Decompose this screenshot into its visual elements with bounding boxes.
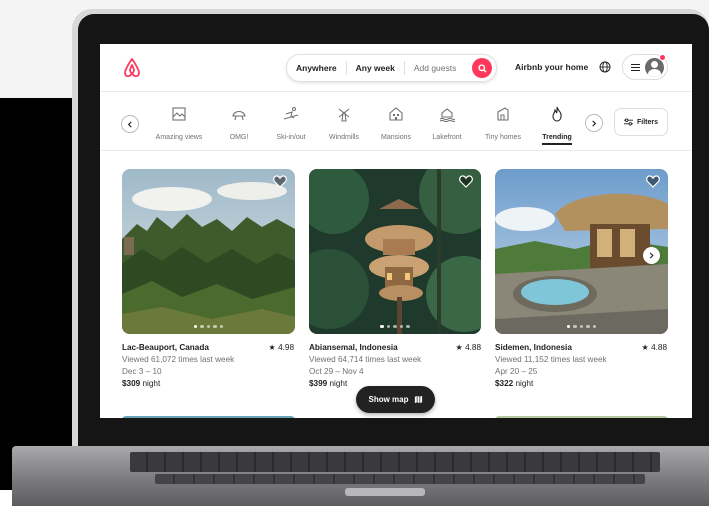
next-row-listing-peek — [495, 416, 668, 418]
category-label: Lakefront — [432, 134, 462, 141]
category-label: Ski-in/out — [276, 134, 306, 141]
category-lakefront[interactable]: Lakefront — [416, 106, 478, 144]
chevron-left-icon — [127, 120, 132, 128]
search-icon — [477, 63, 487, 73]
listing-price: $309 night — [122, 378, 294, 390]
search-location[interactable]: Anywhere — [287, 63, 346, 73]
photo-pagination-dots — [495, 324, 668, 328]
rating-value: 4.98 — [278, 343, 294, 352]
globe-icon[interactable] — [599, 61, 611, 73]
star-icon: ★ — [455, 343, 466, 352]
laptop-trackpad — [345, 488, 425, 496]
photo-pagination-dots — [309, 324, 481, 328]
photo-pagination-dots — [122, 324, 295, 328]
laptop-keyboard — [130, 452, 660, 472]
bamboo-treehouse-image — [309, 169, 481, 334]
filters-button[interactable]: Filters — [614, 108, 668, 136]
favorite-heart-icon[interactable] — [459, 175, 473, 188]
trending-flame-icon — [552, 106, 562, 122]
listing-views: Viewed 64,714 times last week — [309, 355, 422, 364]
categories-next-button[interactable] — [585, 114, 603, 132]
rating-value: 4.88 — [465, 343, 481, 352]
category-trending[interactable]: Trending — [526, 106, 588, 144]
chevron-right-icon — [592, 119, 597, 127]
price-value: $399 — [309, 379, 328, 388]
search-guests[interactable]: Add guests — [405, 63, 463, 73]
show-map-button[interactable]: Show map — [356, 386, 435, 413]
show-map-label: Show map — [368, 395, 409, 404]
search-bar[interactable]: Anywhere Any week Add guests — [286, 54, 497, 82]
favorite-heart-icon[interactable] — [646, 175, 660, 188]
browser-screen: Anywhere Any week Add guests Airbnb your… — [100, 44, 692, 418]
search-dates[interactable]: Any week — [347, 63, 404, 73]
header-divider — [100, 91, 692, 92]
next-row-listing-peek — [122, 416, 295, 418]
search-button[interactable] — [472, 58, 492, 78]
star-icon: ★ — [641, 343, 652, 352]
chevron-right-icon — [649, 252, 654, 259]
listing-dates: Dec 3 – 10 — [122, 367, 162, 376]
listing-views: Viewed 61,072 times last week — [122, 355, 235, 364]
price-unit: night — [513, 379, 534, 388]
category-tiny-homes[interactable]: Tiny homes — [472, 106, 534, 144]
hamburger-menu-icon — [631, 63, 640, 71]
category-label: Tiny homes — [485, 134, 521, 141]
listing-views: Viewed 11,152 times last week — [495, 355, 607, 364]
price-value: $322 — [495, 379, 514, 388]
categories-divider — [100, 150, 692, 151]
omg-icon — [232, 110, 246, 121]
price-value: $309 — [122, 379, 141, 388]
rating-value: 4.88 — [651, 343, 667, 352]
listing-price: $322 night — [495, 378, 667, 390]
listing-rating: ★ 4.88 — [641, 342, 667, 354]
star-icon: ★ — [268, 343, 279, 352]
category-label: Amazing views — [155, 134, 203, 141]
active-category-indicator — [542, 143, 572, 145]
filters-sliders-icon — [623, 118, 633, 126]
mansion-icon — [389, 107, 403, 121]
favorite-heart-icon[interactable] — [273, 175, 287, 188]
listing-dates: Oct 29 – Nov 4 — [309, 367, 364, 376]
tiny-home-icon — [497, 107, 509, 121]
listing-rating: ★ 4.98 — [268, 342, 294, 354]
airbnb-your-home-link[interactable]: Airbnb your home — [515, 62, 588, 72]
map-icon — [414, 395, 422, 404]
ski-icon — [283, 107, 299, 120]
listing-card-info[interactable]: Lac-Beauport, Canada ★ 4.98 Viewed 61,07… — [122, 342, 294, 390]
listing-dates: Apr 20 – 25 — [495, 367, 538, 376]
category-label: OMG! — [229, 134, 249, 141]
category-label: Trending — [542, 134, 572, 141]
category-label: Mansions — [381, 134, 411, 141]
windmill-icon — [338, 108, 350, 122]
next-photo-button[interactable] — [643, 247, 660, 264]
listing-photo[interactable] — [309, 169, 481, 334]
price-unit: night — [327, 379, 348, 388]
listing-photo[interactable] — [122, 169, 295, 334]
category-amazing-views[interactable]: Amazing views — [148, 106, 210, 144]
filters-label: Filters — [636, 118, 658, 126]
forest-landscape-image — [122, 169, 295, 334]
amazing-views-icon — [172, 107, 186, 121]
listing-card-info[interactable]: Abiansemal, Indonesia ★ 4.88 Viewed 64,7… — [309, 342, 481, 390]
listing-rating: ★ 4.88 — [455, 342, 481, 354]
laptop-keyboard-row — [155, 474, 645, 484]
airbnb-logo-icon[interactable] — [122, 57, 142, 79]
listing-card-info[interactable]: Sidemen, Indonesia ★ 4.88 Viewed 11,152 … — [495, 342, 667, 390]
listing-photo[interactable] — [495, 169, 668, 334]
lakefront-icon — [439, 108, 455, 122]
villa-pool-image — [495, 169, 668, 334]
categories-prev-button[interactable] — [121, 115, 139, 133]
price-unit: night — [140, 379, 161, 388]
notification-dot — [659, 54, 666, 61]
category-label: Windmills — [329, 134, 359, 141]
